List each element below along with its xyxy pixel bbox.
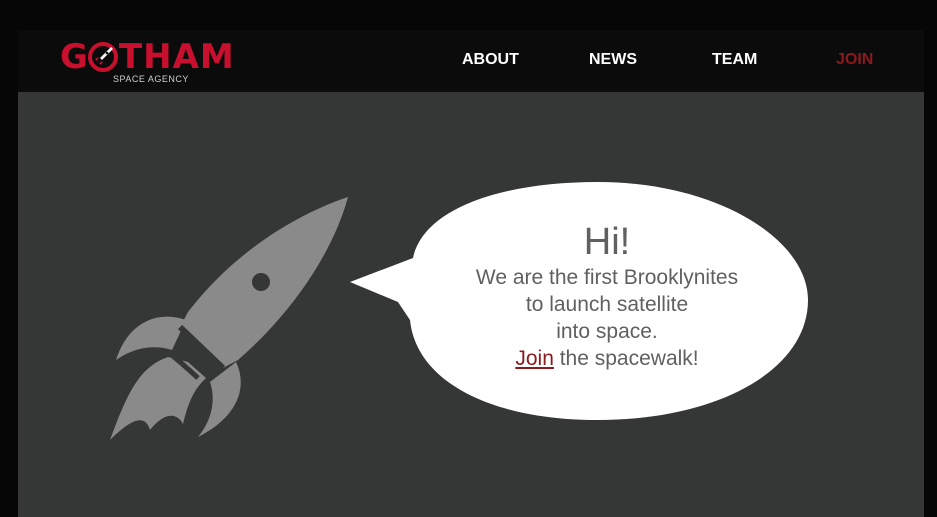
message-line-4: Join the spacewalk!	[396, 345, 818, 372]
nav-about[interactable]: ABOUT	[462, 30, 519, 92]
logo-letter-g: G	[60, 37, 89, 77]
nav-team[interactable]: TEAM	[712, 30, 757, 92]
message-line-4-rest: the spacewalk!	[553, 347, 699, 370]
logo-rocket-icon	[88, 42, 118, 72]
nav-news[interactable]: NEWS	[589, 30, 637, 92]
rocket-icon	[110, 197, 348, 440]
join-link[interactable]: Join	[515, 347, 554, 370]
nav-join[interactable]: JOIN	[836, 30, 873, 92]
message-line-2: to launch satellite	[525, 293, 689, 316]
bubble-message: Hi! We are the first Brooklynites to lau…	[396, 186, 818, 372]
message-line-1: We are the first Brooklynites	[475, 266, 739, 289]
message-line-3: into space.	[556, 320, 658, 343]
gotham-logo[interactable]: G THAM SPACE AGENCY	[60, 37, 250, 87]
site-header: G THAM SPACE AGENCY ABOUT NEWS TEAM JOIN	[18, 30, 924, 92]
logo-tagline: SPACE AGENCY	[113, 74, 189, 84]
page-frame: G THAM SPACE AGENCY ABOUT NEWS TEAM JOIN	[18, 30, 924, 517]
greeting-heading: Hi!	[583, 221, 631, 263]
logo-letters-tham: THAM	[118, 37, 235, 77]
